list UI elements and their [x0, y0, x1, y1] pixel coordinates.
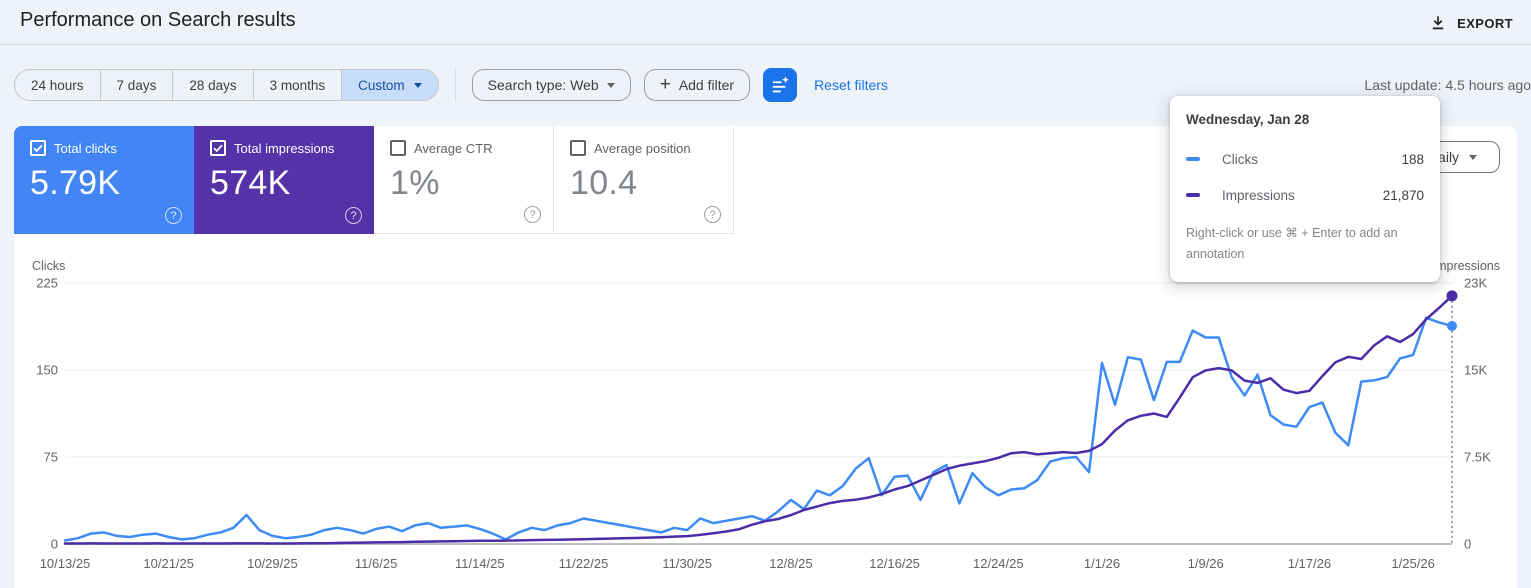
- tooltip-annotation-hint: Right-click or use ⌘ + Enter to add an a…: [1186, 226, 1398, 261]
- hover-dot-impressions: [1446, 290, 1458, 302]
- performance-chart[interactable]: 0 0 75 7.5K 150 15K 225 23K 10/13/25 10/21/25 10/2…: [0, 0, 1531, 588]
- right-axis-tick: 15K: [1464, 363, 1487, 378]
- tooltip-series-label: Clicks: [1222, 151, 1258, 167]
- tooltip-series-label: Impressions: [1222, 187, 1295, 203]
- right-axis-tick: 7.5K: [1464, 450, 1491, 465]
- chart-tooltip: Wednesday, Jan 28 Clicks 188 Impressions 21…: [1170, 96, 1440, 282]
- left-axis-tick: 150: [36, 363, 58, 378]
- x-axis-tick: 12/24/25: [973, 556, 1024, 571]
- x-axis-tick: 10/13/25: [40, 556, 91, 571]
- x-axis-tick: 12/16/25: [869, 556, 920, 571]
- tooltip-row-impressions: Impressions 21,870: [1186, 177, 1424, 213]
- x-axis-tick: 11/6/25: [355, 556, 397, 571]
- series-dash-icon: [1186, 157, 1200, 161]
- chevron-down-icon: [1469, 154, 1478, 160]
- right-axis-tick: 23K: [1464, 276, 1487, 291]
- x-axis-tick: 1/17/26: [1288, 556, 1331, 571]
- x-axis-tick: 1/9/26: [1188, 556, 1224, 571]
- tooltip-row-clicks: Clicks 188: [1186, 141, 1424, 177]
- left-axis-tick: 75: [44, 450, 58, 465]
- hover-dot-clicks: [1447, 320, 1457, 331]
- x-axis-tick: 11/30/25: [662, 556, 712, 571]
- tooltip-date: Wednesday, Jan 28: [1186, 112, 1310, 127]
- x-axis-tick: 10/29/25: [247, 556, 298, 571]
- x-axis-tick: 1/1/26: [1084, 556, 1120, 571]
- x-axis-tick: 11/22/25: [559, 556, 609, 571]
- series-line-impressions: [63, 294, 1454, 545]
- x-axis-tick: 11/14/25: [455, 556, 505, 571]
- tooltip-series-value: 188: [1401, 151, 1424, 167]
- right-axis-tick: 0: [1464, 537, 1471, 552]
- tooltip-series-value: 21,870: [1382, 187, 1424, 203]
- left-axis-tick: 225: [36, 276, 58, 291]
- x-axis-tick: 1/25/26: [1391, 556, 1434, 571]
- series-dash-icon: [1186, 193, 1200, 197]
- series-line-clicks: [63, 316, 1454, 542]
- x-axis-tick: 10/21/25: [143, 556, 194, 571]
- left-axis-tick: 0: [51, 537, 58, 552]
- x-axis-tick: 12/8/25: [769, 556, 812, 571]
- tooltip-rows: Clicks 188 Impressions 21,870: [1186, 141, 1424, 213]
